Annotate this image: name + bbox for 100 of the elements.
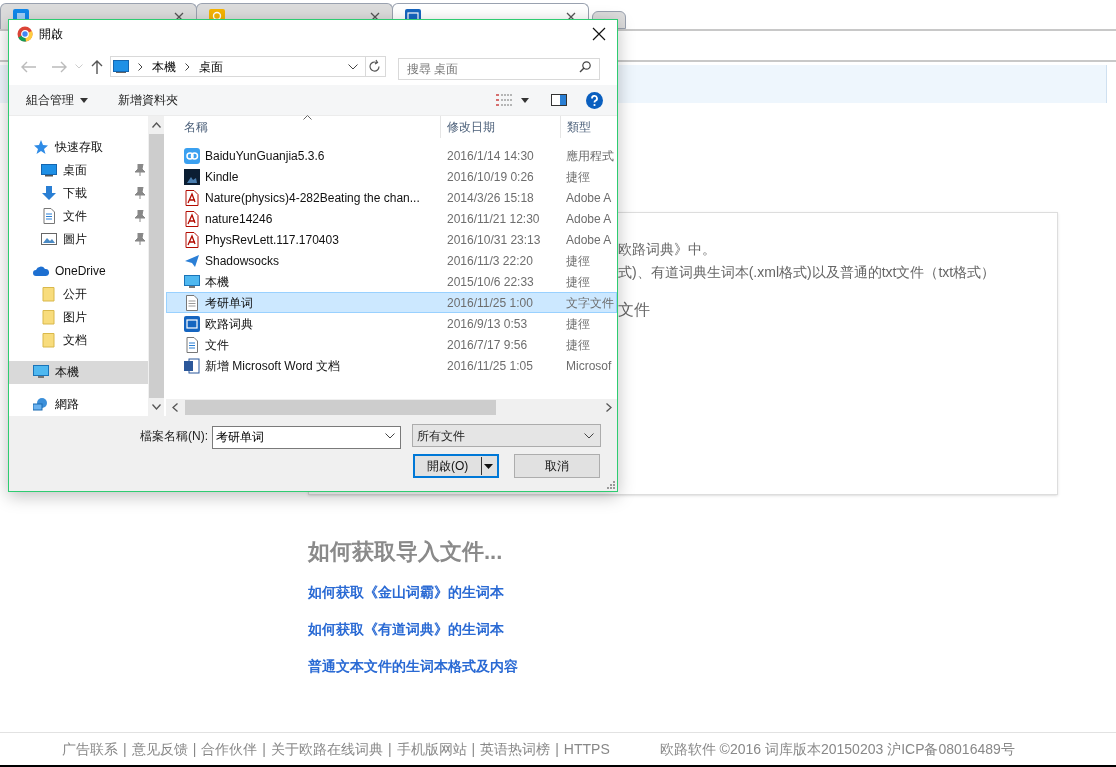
file-row[interactable]: 文件 2016/7/17 9:56 捷徑: [166, 334, 617, 355]
picture-frame-icon: [41, 230, 57, 247]
navigation-item[interactable]: OneDrive: [9, 259, 148, 283]
navigation-item[interactable]: 圖片: [9, 227, 148, 251]
footer-link[interactable]: 英语热词榜: [480, 738, 551, 760]
navigation-item[interactable]: 公开: [9, 282, 148, 306]
file-row[interactable]: PhysRevLett.117.170403 2016/10/31 23:13 Adobe A: [166, 229, 617, 250]
file-type: 捷徑: [565, 336, 590, 354]
navigation-item[interactable]: 網路: [9, 392, 148, 417]
file-type: 捷徑: [565, 168, 590, 186]
file-type: 捷徑: [565, 273, 590, 291]
file-row[interactable]: 新增 Microsoft Word 文档 2016/11/25 1:05 Microsof: [166, 355, 617, 376]
file-type-dropdown[interactable]: 所有文件: [412, 424, 601, 447]
close-icon[interactable]: [592, 27, 606, 41]
file-type: Adobe A: [565, 189, 612, 207]
footer-link[interactable]: 意见反馈: [131, 738, 188, 760]
network-icon: [33, 396, 49, 413]
folder-icon: [41, 309, 57, 326]
separator-text: |: [123, 739, 127, 759]
sort-caret-icon: [303, 115, 312, 120]
file-row[interactable]: Kindle 2016/10/19 0:26 捷徑: [166, 166, 617, 187]
pdf-document-icon: [184, 231, 200, 248]
search-field[interactable]: 搜尋 桌面: [398, 57, 600, 80]
address-bar[interactable]: 本機 桌面: [110, 56, 386, 77]
word-document-icon: [184, 357, 200, 374]
file-type: 應用程式: [565, 147, 614, 165]
file-name: 本機: [205, 273, 229, 291]
breadcrumb-item[interactable]: 桌面: [199, 57, 223, 76]
file-row[interactable]: Nature(physics)4-282Beating the chan... 2014/3/26 15:18 Adobe A: [166, 187, 617, 208]
pin-icon[interactable]: [135, 163, 145, 176]
help-link[interactable]: 如何获取《有道词典》的生词本: [308, 619, 504, 639]
navigation-item[interactable]: 快速存取: [9, 135, 148, 159]
file-date: 2016/9/13 0:53: [446, 315, 529, 333]
footer-link[interactable]: 关于欧路在线词典: [270, 738, 383, 760]
file-type: 捷徑: [565, 315, 590, 333]
cancel-button[interactable]: 取消: [514, 454, 600, 478]
file-type: Adobe A: [565, 231, 612, 249]
command-button[interactable]: 新增資料夾: [118, 91, 178, 109]
footer-link[interactable]: HTTPS: [563, 738, 610, 760]
file-date: 2016/11/25 1:05: [446, 357, 534, 375]
file-date: 2016/7/17 9:56: [446, 336, 529, 354]
filename-field[interactable]: 考研单词: [212, 426, 401, 449]
file-name: Nature(physics)4-282Beating the chan...: [205, 189, 420, 207]
view-list-icon[interactable]: [496, 94, 512, 106]
file-row[interactable]: BaiduYunGuanjia5.3.6 2016/1/14 14:30 應用程式: [166, 145, 617, 166]
navigation-item[interactable]: 图片: [9, 305, 148, 329]
section-heading: 如何获取导入文件...: [308, 538, 504, 566]
file-row[interactable]: Shadowsocks 2016/11/3 22:20 捷徑: [166, 250, 617, 271]
file-row[interactable]: nature14246 2016/11/21 12:30 Adobe A: [166, 208, 617, 229]
document-icon: [41, 207, 57, 224]
pin-icon[interactable]: [135, 186, 145, 199]
chevron-right-icon: [185, 62, 190, 71]
dropdown-chevron-icon[interactable]: [385, 433, 395, 439]
separator-text: |: [387, 739, 392, 759]
navigation-item[interactable]: 本機: [9, 360, 148, 384]
pin-icon[interactable]: [135, 232, 145, 245]
chevron-right-icon[interactable]: [606, 403, 612, 412]
horizontal-scrollbar[interactable]: [166, 399, 617, 416]
footer-link[interactable]: 手机版网站: [396, 738, 467, 760]
separator-text: |: [262, 739, 266, 759]
open-button[interactable]: 開啟(O): [413, 454, 499, 478]
search-icon[interactable]: [579, 60, 591, 73]
help-icon[interactable]: [586, 91, 603, 109]
file-type: Adobe A: [565, 210, 612, 228]
document-icon: [184, 336, 200, 353]
resize-grip-icon[interactable]: [607, 481, 615, 489]
pin-icon[interactable]: [135, 209, 145, 222]
file-row[interactable]: 本機 2015/10/6 22:33 捷徑: [166, 271, 617, 292]
footer-link[interactable]: 广告联系: [62, 738, 118, 760]
column-header[interactable]: 類型: [560, 116, 617, 138]
file-row[interactable]: 欧路词典 2016/9/13 0:53 捷徑: [166, 313, 617, 334]
breadcrumb-item[interactable]: 本機: [152, 57, 176, 76]
computer-icon: [184, 273, 200, 290]
field-label: 檔案名稱(N):: [140, 427, 208, 445]
column-header[interactable]: 名稱: [166, 116, 440, 138]
chevron-down-icon[interactable]: [151, 404, 161, 410]
monitor-icon: [41, 161, 57, 178]
file-name: PhysRevLett.117.170403: [205, 231, 339, 249]
preview-pane-icon[interactable]: [551, 94, 567, 106]
navigation-item[interactable]: 桌面: [9, 158, 148, 182]
up-arrow-icon[interactable]: [91, 59, 103, 74]
navigation-item[interactable]: 文档: [9, 328, 148, 352]
file-name: nature14246: [205, 210, 273, 228]
help-link[interactable]: 如何获取《金山词霸》的生词本: [308, 582, 504, 602]
footer-link[interactable]: 合作伙伴: [201, 738, 258, 760]
caret-icon[interactable]: [521, 97, 529, 103]
help-link[interactable]: 普通文本文件的生词本格式及内容: [308, 656, 518, 676]
chevron-left-icon[interactable]: [172, 403, 178, 412]
file-name: 文件: [205, 336, 229, 354]
command-button[interactable]: 組合管理: [26, 91, 88, 109]
file-row[interactable]: 考研单词 2016/11/25 1:00 文字文件: [166, 292, 617, 313]
separator-text: |: [471, 739, 476, 759]
navigation-item[interactable]: 文件: [9, 204, 148, 228]
scrollbar-thumb[interactable]: [185, 400, 496, 415]
copyright-text: 欧路软件 ©2016 词库版本20150203 沪ICP备08016489号: [659, 739, 1015, 759]
navigation-item[interactable]: 下載: [9, 181, 148, 205]
column-header[interactable]: 修改日期: [440, 116, 560, 138]
computer-icon: [113, 60, 129, 73]
chevron-up-icon[interactable]: [151, 122, 161, 128]
dropdown-chevron-icon[interactable]: [348, 63, 358, 70]
